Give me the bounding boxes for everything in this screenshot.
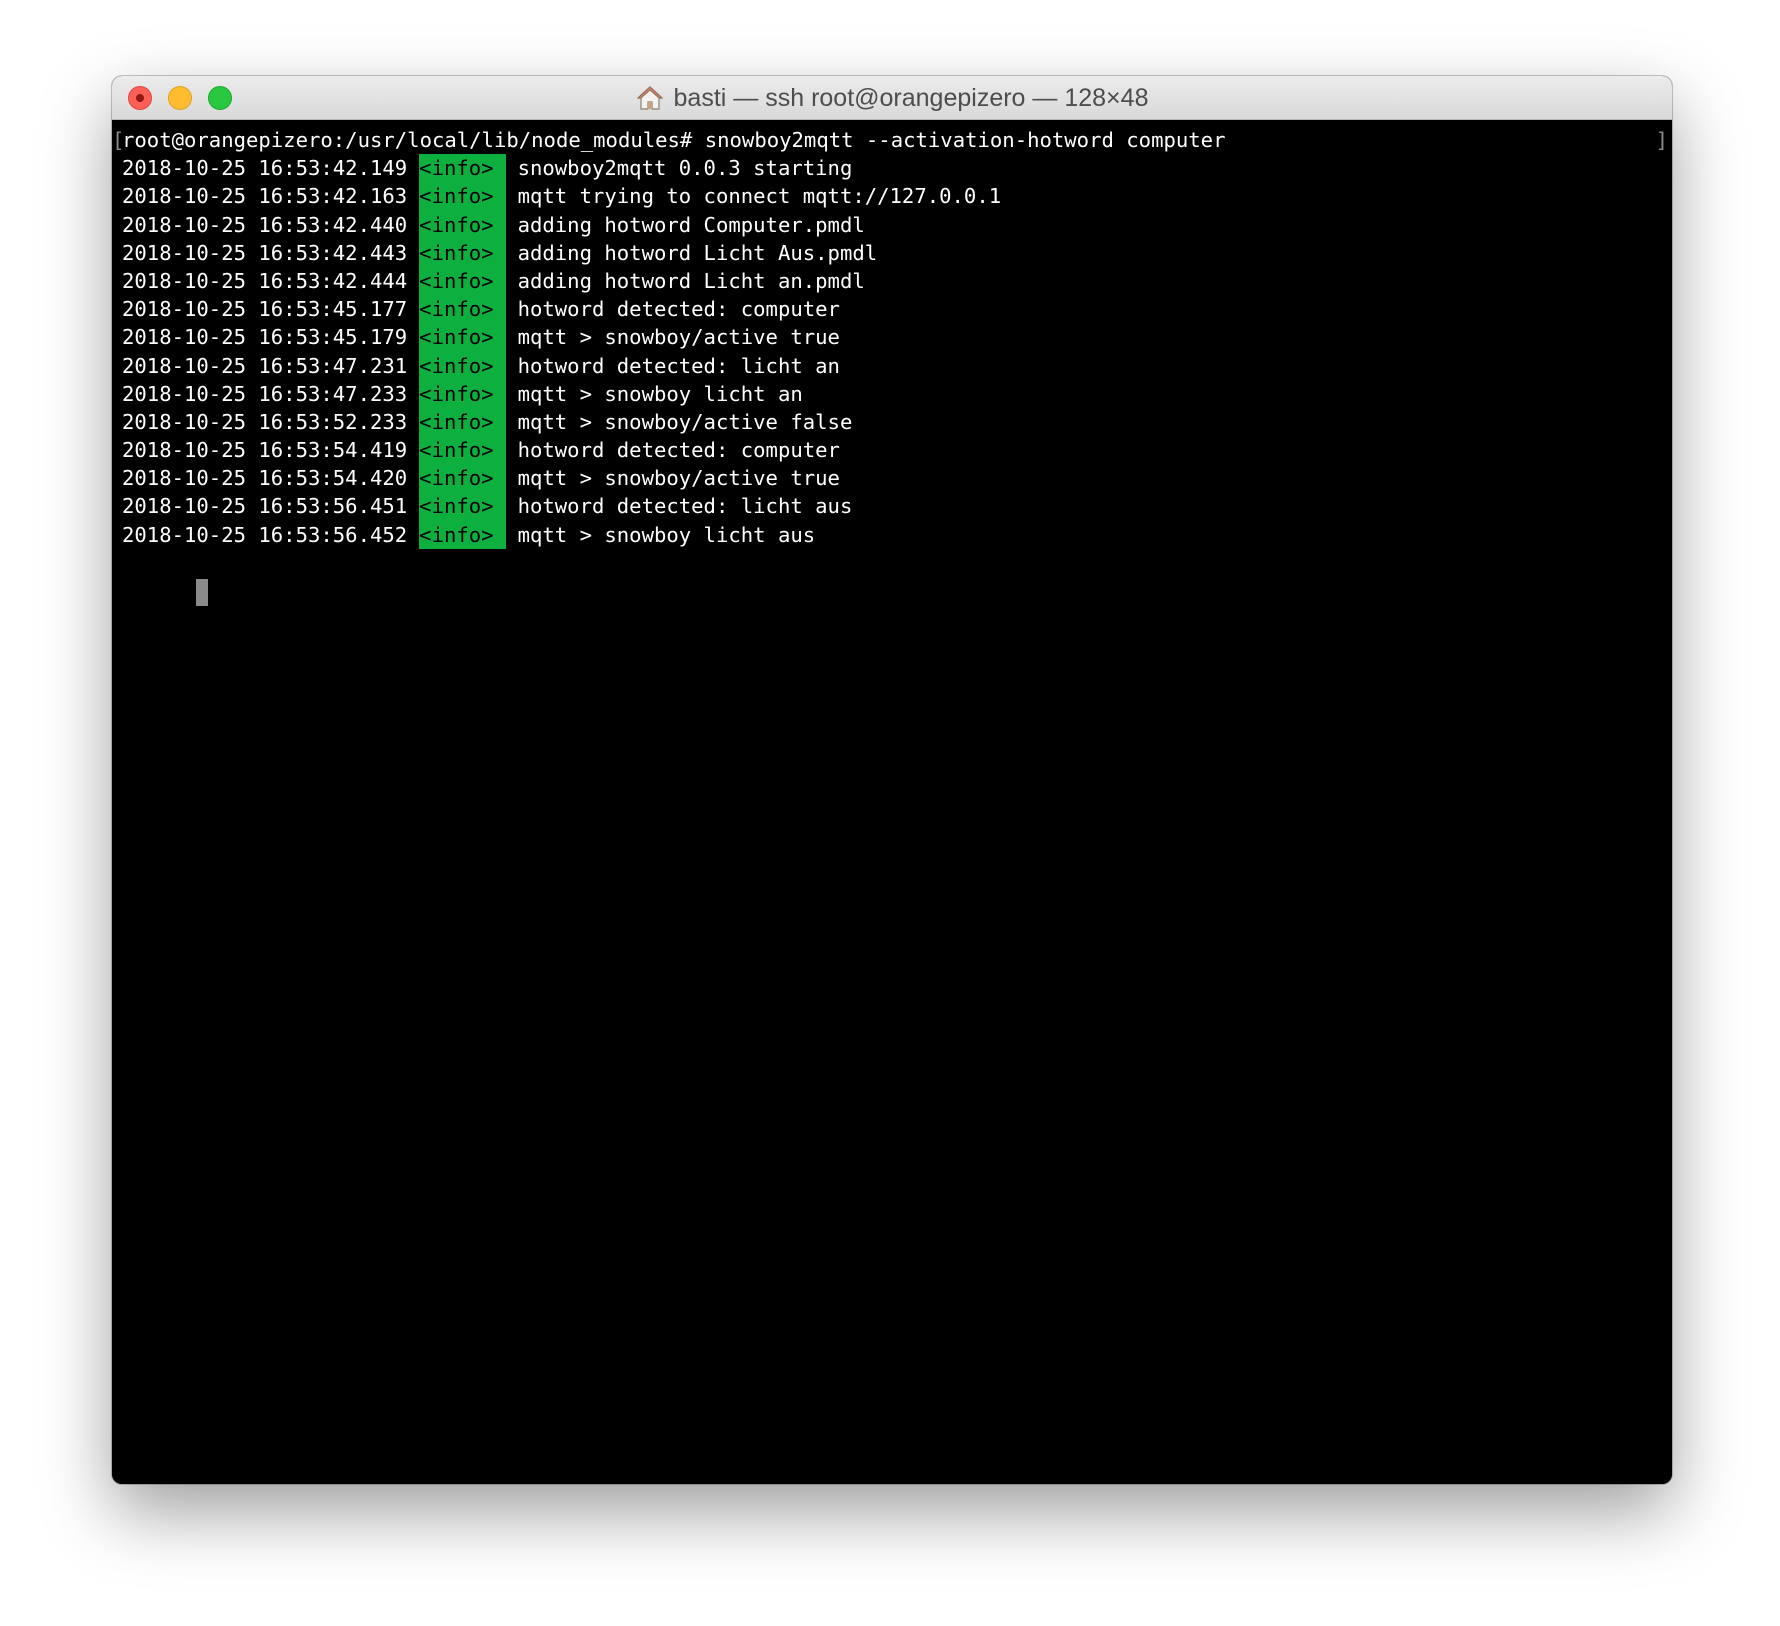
log-timestamp: 2018-10-25 16:53:45.179: [122, 325, 408, 350]
log-level-badge: <info>: [419, 407, 506, 437]
log-line: 2018-10-25 16:53:42.443 <info> adding hotw…: [122, 238, 1672, 267]
log-timestamp: 2018-10-25 16:53:56.452: [122, 522, 408, 547]
log-message: mqtt > snowboy licht aus: [517, 522, 816, 547]
log-message: hotword detected: computer: [517, 438, 840, 463]
log-line: 2018-10-25 16:53:42.444 <info> adding hotw…: [122, 266, 1672, 296]
log-timestamp: 2018-10-25 16:53:45.177: [122, 297, 408, 322]
log-line: 2018-10-25 16:53:47.233 <info> mqtt > snow…: [122, 379, 1672, 408]
log-line: 2018-10-25 16:53:45.177 <info> hotword det…: [122, 295, 1672, 324]
log-message: mqtt trying to connect mqtt://127.0.0.1: [517, 184, 1002, 209]
prompt-line: root@orangepizero:/usr/local/lib/node_mo…: [122, 128, 1226, 152]
log-timestamp: 2018-10-25 16:53:42.163: [122, 184, 408, 209]
log-level-badge: <info>: [419, 295, 506, 324]
scroll-marker-right: ]: [1655, 128, 1668, 152]
log-message: mqtt > snowboy licht an: [517, 381, 803, 406]
log-level-badge: <info>: [419, 520, 506, 549]
log-message: adding hotword Licht Aus.pmdl: [517, 240, 878, 265]
log-line: 2018-10-25 16:53:42.163 <info> mqtt trying…: [122, 182, 1672, 211]
log-line: 2018-10-25 16:53:47.231 <info> hotword det…: [122, 351, 1672, 380]
log-message: mqtt > snowboy/active true: [517, 466, 840, 491]
terminal-window: basti — ssh root@orangepizero — 128×48 […: [112, 76, 1672, 1484]
log-level-badge: <info>: [419, 492, 506, 521]
log-timestamp: 2018-10-25 16:53:42.440: [122, 212, 408, 237]
log-line: 2018-10-25 16:53:42.149 <info> snowboy2mqt…: [122, 154, 1672, 183]
window-title-container: basti — ssh root@orangepizero — 128×48: [112, 76, 1672, 120]
log-level-badge: <info>: [419, 379, 506, 408]
log-level-badge: <info>: [419, 238, 506, 267]
log-line: 2018-10-25 16:53:52.233 <info> mqtt > snow…: [122, 407, 1672, 437]
log-level-badge: <info>: [419, 266, 506, 296]
log-line: 2018-10-25 16:53:45.179 <info> mqtt > snow…: [122, 323, 1672, 352]
log-lines: 2018-10-25 16:53:42.149 <info> snowboy2mqt…: [122, 154, 1672, 549]
log-line: 2018-10-25 16:53:54.419 <info> hotword det…: [122, 436, 1672, 465]
log-timestamp: 2018-10-25 16:53:54.420: [122, 466, 408, 491]
log-timestamp: 2018-10-25 16:53:42.149: [122, 156, 408, 181]
window-title: basti — ssh root@orangepizero — 128×48: [673, 83, 1149, 112]
log-level-badge: <info>: [419, 464, 506, 493]
scroll-marker-left: [: [112, 128, 125, 152]
log-level-badge: <info>: [419, 436, 506, 465]
log-timestamp: 2018-10-25 16:53:54.419: [122, 438, 408, 463]
home-icon: [636, 86, 663, 110]
title-bar[interactable]: basti — ssh root@orangepizero — 128×48: [112, 76, 1672, 120]
terminal-output[interactable]: [ ] root@orangepizero:/usr/local/lib/nod…: [112, 120, 1672, 1484]
log-line: 2018-10-25 16:53:42.440 <info> adding hotw…: [122, 210, 1672, 239]
log-message: hotword detected: licht an: [517, 353, 840, 378]
terminal-cursor: [196, 578, 209, 606]
log-message: adding hotword Licht an.pmdl: [517, 268, 865, 293]
log-level-badge: <info>: [419, 182, 506, 211]
log-level-badge: <info>: [419, 210, 506, 239]
log-line: 2018-10-25 16:53:56.451 <info> hotword det…: [122, 492, 1672, 521]
log-timestamp: 2018-10-25 16:53:47.231: [122, 353, 408, 378]
log-timestamp: 2018-10-25 16:53:52.233: [122, 409, 408, 434]
log-message: snowboy2mqtt 0.0.3 starting: [517, 156, 853, 181]
log-timestamp: 2018-10-25 16:53:42.443: [122, 240, 408, 265]
log-message: hotword detected: licht aus: [517, 494, 853, 519]
cursor-line: [122, 549, 1672, 606]
log-timestamp: 2018-10-25 16:53:47.233: [122, 381, 408, 406]
log-message: mqtt > snowboy/active true: [517, 325, 840, 350]
log-message: adding hotword Computer.pmdl: [517, 212, 865, 237]
log-message: hotword detected: computer: [517, 297, 840, 322]
log-level-badge: <info>: [419, 351, 506, 380]
log-message: mqtt > snowboy/active false: [517, 409, 853, 434]
log-timestamp: 2018-10-25 16:53:42.444: [122, 268, 408, 293]
log-level-badge: <info>: [419, 323, 506, 352]
log-line: 2018-10-25 16:53:56.452 <info> mqtt > snow…: [122, 520, 1672, 549]
log-timestamp: 2018-10-25 16:53:56.451: [122, 494, 408, 519]
log-line: 2018-10-25 16:53:54.420 <info> mqtt > snow…: [122, 464, 1672, 493]
log-level-badge: <info>: [419, 154, 506, 183]
